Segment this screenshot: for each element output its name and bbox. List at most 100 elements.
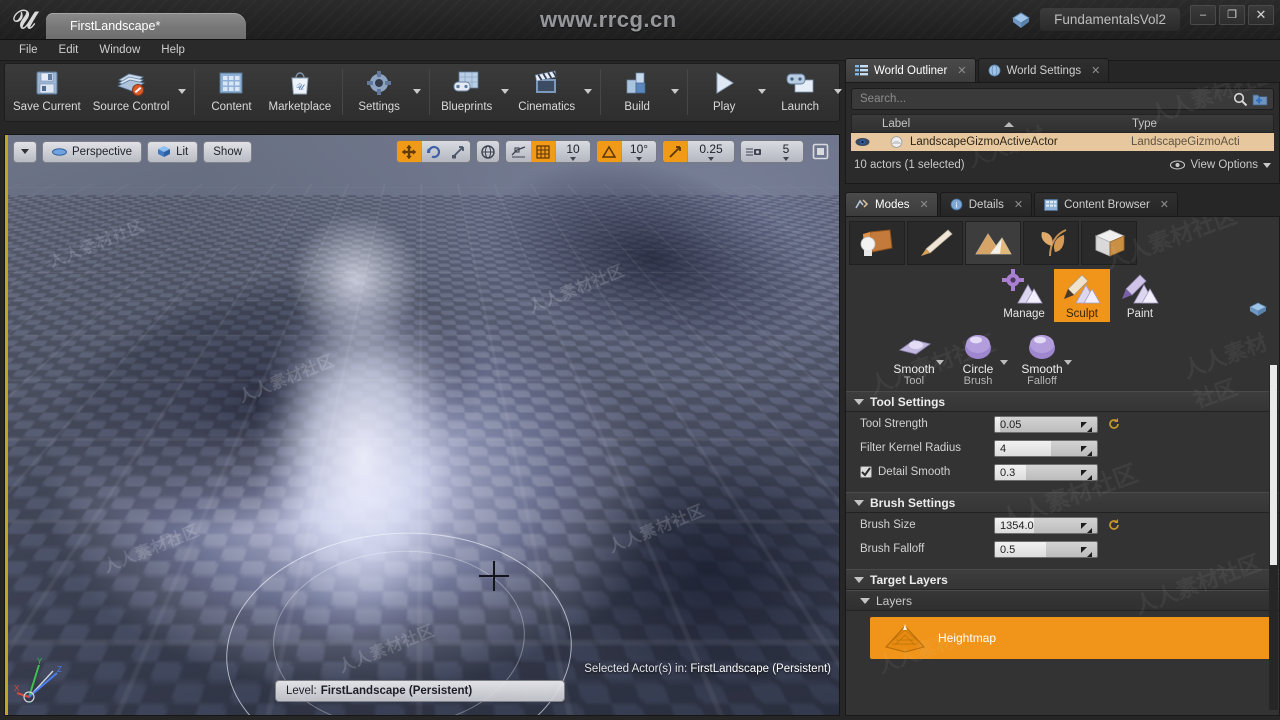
project-tab-label: FirstLandscape* [70,19,161,33]
launch-button[interactable]: Launch [769,67,831,119]
menu-item-window[interactable]: Window [90,41,149,59]
play-dropdown[interactable] [755,67,769,119]
spinner-icon[interactable] [1081,444,1092,456]
grid-size-value[interactable]: 10 [556,141,590,162]
menu-item-help[interactable]: Help [152,41,194,59]
foliage-mode-button[interactable] [1023,221,1079,265]
column-type[interactable]: Type [1132,118,1273,130]
camera-speed-value[interactable]: 5 [769,141,803,162]
close-icon[interactable]: ✕ [1091,64,1100,77]
spinner-icon[interactable] [1081,521,1092,533]
paint-mode-button[interactable] [907,221,963,265]
menu-item-file[interactable]: File [10,41,47,59]
geometry-editing-mode-button[interactable] [1081,221,1137,265]
layers-subheader[interactable]: Layers [846,590,1279,611]
table-row[interactable]: LandscapeGizmoActiveActor LandscapeGizmo… [851,133,1274,151]
minimize-button[interactable]: – [1190,5,1216,25]
viewport-options-button[interactable] [13,140,37,163]
falloff-selector-button[interactable]: Smooth Falloff [1010,330,1074,387]
landscape-manage-tab[interactable]: Manage [996,269,1052,322]
spinner-icon[interactable] [1081,545,1092,557]
source-control-button[interactable]: Source Control [87,67,176,119]
close-icon[interactable]: ✕ [957,64,966,77]
reset-to-default-icon[interactable] [1107,518,1121,532]
list-item[interactable]: Heightmap [870,617,1271,659]
column-label[interactable]: Label [852,118,1132,130]
blueprints-dropdown[interactable] [498,67,512,119]
marketplace-button[interactable]: 𝒰 Marketplace [262,67,337,119]
brush-size-row: Brush Size 1354.0 [846,513,1279,537]
tab-details[interactable]: i Details ✕ [939,192,1033,216]
close-icon[interactable]: ✕ [1160,198,1169,211]
scrollbar[interactable] [1269,365,1278,710]
grid-snap-icon[interactable] [531,141,555,162]
maximize-button[interactable]: ❐ [1219,5,1245,25]
build-button[interactable]: Build [606,67,668,119]
visibility-eye-icon[interactable] [851,137,873,147]
build-dropdown[interactable] [668,67,682,119]
close-icon[interactable]: ✕ [920,198,929,211]
settings-button[interactable]: Settings [348,67,410,119]
scale-snap-value[interactable]: 0.25 [688,141,734,162]
reset-to-default-icon[interactable] [1107,417,1121,431]
tool-selector-button[interactable]: Smooth Tool [882,330,946,387]
level-viewport[interactable]: 人人素材社区 人人素材社区 人人素材社区 人人素材社区 人人素材社区 人人素材社… [4,134,840,716]
filter-kernel-radius-input[interactable]: 4 [994,439,1098,457]
close-icon[interactable]: ✕ [1014,198,1023,211]
maximize-viewport-icon[interactable] [809,141,831,163]
angle-snap-value[interactable]: 10° [622,141,656,162]
tab-world-outliner[interactable]: World Outliner ✕ [845,58,976,82]
target-layers-header[interactable]: Target Layers [846,569,1279,590]
view-options-button[interactable]: View Options [1170,159,1271,171]
landscape-expand-icon[interactable] [1247,298,1269,320]
tool-strength-input[interactable]: 0.05 [994,415,1098,433]
landscape-paint-tab[interactable]: Paint [1112,269,1168,322]
project-tab[interactable]: FirstLandscape* [46,13,246,39]
menu-item-edit[interactable]: Edit [50,41,88,59]
detail-smooth-input[interactable]: 0.3 [994,463,1098,481]
brush-falloff-input[interactable]: 0.5 [994,540,1098,558]
create-folder-button[interactable] [1251,90,1269,108]
brush-settings-header[interactable]: Brush Settings [846,492,1279,513]
play-button[interactable]: Play [693,67,755,119]
tab-world-settings[interactable]: World Settings ✕ [977,58,1110,82]
scale-mode-icon[interactable] [446,141,470,162]
tool-strength-label: Tool Strength [860,418,928,430]
cinematics-button[interactable]: Cinematics [512,67,581,119]
spinner-icon[interactable] [1081,468,1092,480]
angle-snap-icon[interactable] [597,141,621,162]
view-mode-button[interactable]: Lit [147,140,199,163]
cinematics-dropdown[interactable] [581,67,595,119]
landscape-mode-button[interactable] [965,221,1021,265]
tab-modes[interactable]: Modes ✕ [845,192,938,216]
close-button[interactable]: ✕ [1248,5,1274,25]
translate-mode-icon[interactable] [397,141,421,162]
content-button[interactable]: Content [200,67,262,119]
blueprints-button[interactable]: Blueprints [435,67,498,119]
outliner-search[interactable] [851,88,1274,110]
camera-speed-icon[interactable] [741,141,769,162]
tool-settings-header[interactable]: Tool Settings [846,391,1279,412]
current-level-indicator[interactable]: Level: FirstLandscape (Persistent) [275,680,565,702]
source-control-dropdown[interactable] [175,67,189,119]
coordinate-system-button[interactable] [476,140,500,163]
brush-size-input[interactable]: 1354.0 [994,516,1098,534]
scrollbar-thumb[interactable] [1270,365,1277,565]
detail-smooth-checkbox[interactable] [860,466,872,478]
scale-snap-icon[interactable] [663,141,687,162]
save-current-button[interactable]: Save Current [7,67,87,119]
tool-settings-title: Tool Settings [870,394,946,409]
camera-perspective-button[interactable]: Perspective [42,140,143,163]
search-input[interactable] [860,93,1233,105]
settings-dropdown[interactable] [410,67,424,119]
landscape-sculpt-tab[interactable]: Sculpt [1054,269,1110,322]
launch-dropdown[interactable] [831,67,845,119]
chevron-down-icon [21,149,29,154]
place-mode-button[interactable] [849,221,905,265]
show-flags-button[interactable]: Show [203,140,253,163]
rotate-mode-icon[interactable] [422,141,446,162]
tab-content-browser[interactable]: Content Browser ✕ [1034,192,1178,216]
surface-snap-icon[interactable] [506,141,531,162]
brush-selector-button[interactable]: Circle Brush [946,330,1010,387]
spinner-icon[interactable] [1081,420,1092,432]
